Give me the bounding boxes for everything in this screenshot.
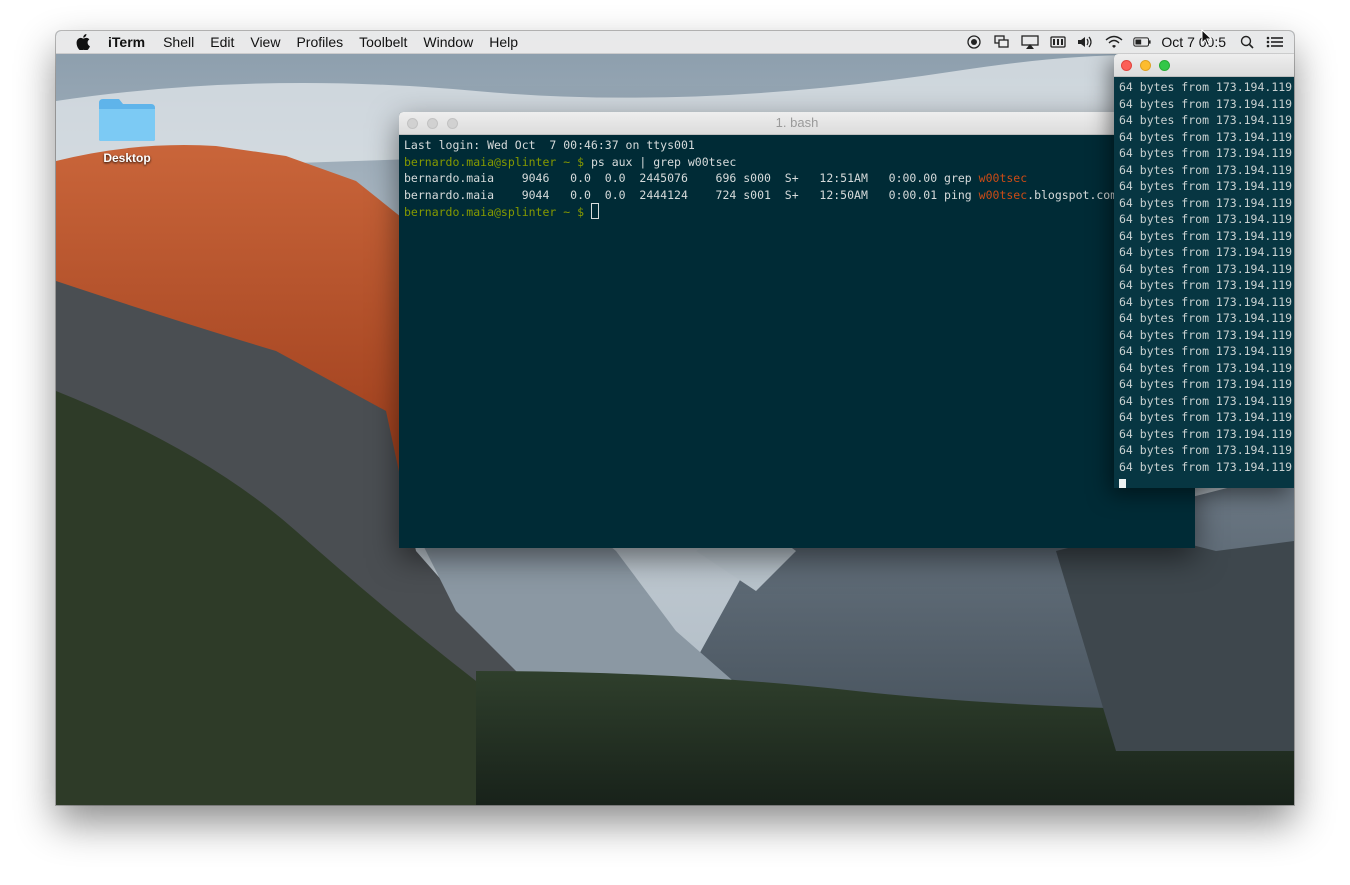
terminal-window-bash[interactable]: 1. bash Last login: Wed Oct 7 00:46:37 o…: [399, 112, 1195, 548]
ping-line: 64 bytes from 173.194.119.: [1119, 360, 1294, 375]
airplay-icon[interactable]: [1021, 34, 1040, 50]
spotlight-icon[interactable]: [1238, 34, 1256, 50]
shell-prompt: bernardo.maia@splinter ~ $: [404, 205, 585, 219]
minimize-button[interactable]: [427, 118, 438, 129]
last-login-line: Last login: Wed Oct 7 00:46:37 on ttys00…: [404, 138, 695, 152]
ping-line: 64 bytes from 173.194.119.: [1119, 179, 1294, 193]
command-text: ps aux | grep w00tsec: [584, 154, 737, 169]
block-cursor: [1119, 479, 1126, 488]
process-row: bernardo.maia 9046 0.0 0.0 2445076 696 s…: [404, 170, 1190, 187]
menu-shell[interactable]: Shell: [163, 31, 194, 53]
menu-edit[interactable]: Edit: [210, 31, 234, 53]
ping-line: 64 bytes from 173.194.119.: [1119, 113, 1294, 127]
menu-view[interactable]: View: [250, 31, 280, 53]
menu-help[interactable]: Help: [489, 31, 518, 53]
ping-titlebar[interactable]: [1114, 54, 1294, 77]
grep-match: w00tsec: [978, 171, 1028, 185]
ping-line: 64 bytes from 173.194.119.: [1119, 146, 1294, 160]
ping-line: 64 bytes from 173.194.119.: [1119, 311, 1294, 325]
terminal-title: 1. bash: [775, 115, 819, 130]
volume-icon[interactable]: [1077, 34, 1095, 50]
notification-center-icon[interactable]: [1266, 34, 1284, 50]
ping-line: 64 bytes from 173.194.119.: [1119, 228, 1294, 243]
close-button[interactable]: [407, 118, 418, 129]
status-bar: Oct 7 00:5: [965, 31, 1294, 53]
battery-icon[interactable]: [1133, 34, 1151, 50]
ping-lines: 64 bytes from 173.194.119. 64 bytes from …: [1119, 79, 1294, 475]
shell-prompt: bernardo.maia@splinter ~ $: [404, 154, 585, 169]
menu-app-iterm[interactable]: iTerm: [108, 31, 145, 53]
display-mirror-icon[interactable]: [993, 34, 1011, 50]
ping-line: 64 bytes from 173.194.119.: [1119, 410, 1294, 424]
ping-line: 64 bytes from 173.194.119.: [1119, 212, 1294, 226]
terminal-window-ping[interactable]: 64 bytes from 173.194.119. 64 bytes from …: [1114, 54, 1294, 488]
ping-line: 64 bytes from 173.194.119.: [1119, 278, 1294, 292]
ping-line: 64 bytes from 173.194.119.: [1119, 245, 1294, 259]
apple-icon[interactable]: [76, 34, 90, 50]
process-row: bernardo.maia 9044 0.0 0.0 2444124 724 s…: [404, 187, 1190, 204]
zoom-button[interactable]: [447, 118, 458, 129]
process-row-text: bernardo.maia 9046 0.0 0.0 2445076 696 s…: [404, 171, 979, 185]
desktop-folder[interactable]: Desktop: [92, 97, 162, 165]
menubar-clock[interactable]: Oct 7 00:5: [1161, 34, 1226, 50]
zoom-button[interactable]: [1159, 60, 1170, 71]
ping-line: 64 bytes from 173.194.119.: [1119, 261, 1294, 276]
grep-match: w00tsec: [978, 187, 1028, 202]
ping-line: 64 bytes from 173.194.119.: [1119, 129, 1294, 144]
ping-line: 64 bytes from 173.194.119.: [1119, 377, 1294, 391]
menu-toolbelt[interactable]: Toolbelt: [359, 31, 407, 53]
ping-line: 64 bytes from 173.194.119.: [1119, 294, 1294, 309]
ping-line: 64 bytes from 173.194.119.: [1119, 162, 1294, 177]
ping-line: 64 bytes from 173.194.119.: [1119, 459, 1294, 474]
ping-line: 64 bytes from 173.194.119.: [1119, 327, 1294, 342]
mouse-pointer-icon: [1201, 29, 1213, 47]
ping-line: 64 bytes from 173.194.119.: [1119, 443, 1294, 457]
terminal-titlebar[interactable]: 1. bash: [399, 112, 1195, 135]
process-row-text: bernardo.maia 9044 0.0 0.0 2444124 724 s…: [404, 187, 979, 202]
ping-line: 64 bytes from 173.194.119.: [1119, 96, 1294, 111]
ping-line: 64 bytes from 173.194.119.: [1119, 426, 1294, 441]
folder-icon: [99, 99, 155, 141]
process-row-tail: .blogspot.com: [1027, 187, 1118, 202]
menu-profiles[interactable]: Profiles: [296, 31, 343, 53]
ping-line: 64 bytes from 173.194.119.: [1119, 344, 1294, 358]
ping-line: 64 bytes from 173.194.119.: [1119, 80, 1294, 94]
command-line: bernardo.maia@splinter ~ $ ps aux | grep…: [404, 154, 1190, 171]
desktop-screen: iTerm Shell Edit View Profiles Toolbelt …: [56, 31, 1294, 805]
ping-line: 64 bytes from 173.194.119.: [1119, 195, 1294, 210]
memory-icon[interactable]: [1049, 34, 1067, 50]
current-prompt-line: bernardo.maia@splinter ~ $: [404, 203, 1190, 221]
minimize-button[interactable]: [1140, 60, 1151, 71]
menu-bar: iTerm Shell Edit View Profiles Toolbelt …: [56, 31, 1294, 54]
record-icon[interactable]: [965, 34, 983, 50]
menu-window[interactable]: Window: [423, 31, 473, 53]
ping-line: 64 bytes from 173.194.119.: [1119, 393, 1294, 408]
ping-output[interactable]: 64 bytes from 173.194.119. 64 bytes from …: [1114, 77, 1294, 488]
wifi-icon[interactable]: [1105, 34, 1123, 50]
desktop-folder-label: Desktop: [103, 151, 151, 165]
text-cursor: [590, 203, 599, 219]
terminal-output[interactable]: Last login: Wed Oct 7 00:46:37 on ttys00…: [399, 135, 1195, 223]
close-button[interactable]: [1121, 60, 1132, 71]
